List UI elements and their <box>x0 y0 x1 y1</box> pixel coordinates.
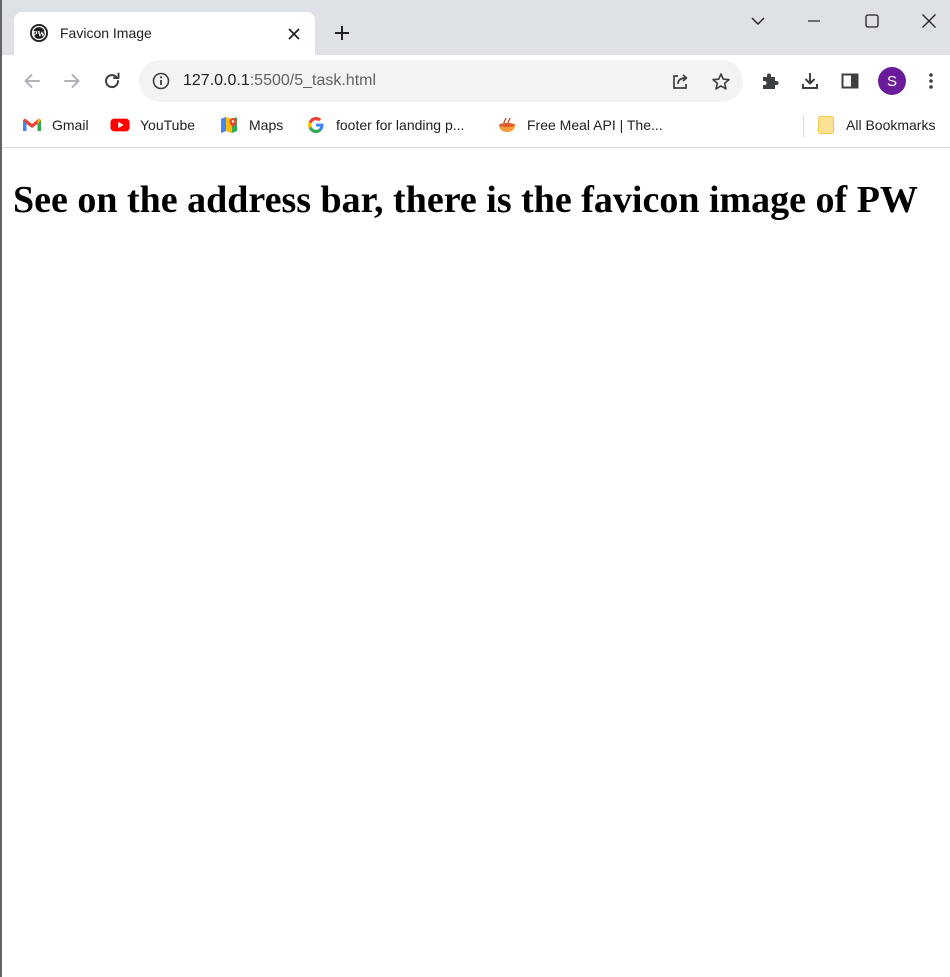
close-tab-icon[interactable] <box>283 23 305 45</box>
tab-title: Favicon Image <box>60 25 152 41</box>
bookmark-gmail[interactable]: Gmail <box>22 115 89 135</box>
svg-text:PW: PW <box>33 30 46 39</box>
bookmark-label: Maps <box>249 117 284 133</box>
close-window-icon[interactable] <box>914 6 944 36</box>
browser-window: PW Favicon Image 127.0.0.1:5500/5_task.h… <box>0 0 950 977</box>
tab-strip: PW Favicon Image <box>2 0 950 55</box>
back-arrow-icon[interactable] <box>16 65 48 97</box>
meal-icon <box>497 115 517 135</box>
bookmark-youtube[interactable]: YouTube <box>110 115 195 135</box>
forward-arrow-icon[interactable] <box>56 65 88 97</box>
url-path: :5500/5_task.html <box>249 72 377 89</box>
google-icon <box>306 115 326 135</box>
page-content: See on the address bar, there is the fav… <box>2 148 950 977</box>
minimize-icon[interactable] <box>799 6 829 36</box>
folder-icon <box>816 115 836 135</box>
url-text[interactable]: 127.0.0.1:5500/5_task.html <box>183 72 376 90</box>
address-bar[interactable]: 127.0.0.1:5500/5_task.html <box>139 60 743 102</box>
pw-logo-icon: PW <box>29 23 49 43</box>
more-menu-icon[interactable] <box>917 67 945 95</box>
active-tab[interactable]: PW Favicon Image <box>14 12 315 55</box>
bookmark-label: Free Meal API | The... <box>527 117 663 133</box>
youtube-icon <box>110 115 130 135</box>
download-icon[interactable] <box>796 67 824 95</box>
maximize-icon[interactable] <box>857 6 887 36</box>
bookmark-star-icon[interactable] <box>709 70 733 94</box>
bookmark-label: footer for landing p... <box>336 117 465 133</box>
profile-avatar[interactable]: S <box>878 67 906 95</box>
reload-icon[interactable] <box>96 65 128 97</box>
page-heading: See on the address bar, there is the fav… <box>13 179 918 221</box>
extensions-puzzle-icon[interactable] <box>756 67 784 95</box>
bookmark-footer-landing[interactable]: footer for landing p... <box>306 115 464 135</box>
url-host: 127.0.0.1 <box>183 72 250 89</box>
site-info-icon[interactable] <box>151 71 171 91</box>
all-bookmarks[interactable]: All Bookmarks <box>816 115 935 135</box>
bookmark-maps[interactable]: Maps <box>219 115 283 135</box>
bookmark-label: YouTube <box>140 117 196 133</box>
side-panel-icon[interactable] <box>836 67 864 95</box>
maps-icon <box>219 115 239 135</box>
all-bookmarks-label: All Bookmarks <box>846 117 936 133</box>
bookmark-label: Gmail <box>52 117 89 133</box>
bookmarks-bar: Gmail YouTube Maps footer for landing p.… <box>2 107 950 148</box>
tab-search-chevron-icon[interactable] <box>743 6 773 36</box>
share-icon[interactable] <box>668 70 692 94</box>
bookmarks-divider <box>803 115 804 137</box>
bookmark-free-meal-api[interactable]: Free Meal API | The... <box>497 115 663 135</box>
gmail-icon <box>22 115 42 135</box>
new-tab-icon[interactable] <box>328 19 356 47</box>
toolbar: 127.0.0.1:5500/5_task.html S <box>2 55 950 107</box>
